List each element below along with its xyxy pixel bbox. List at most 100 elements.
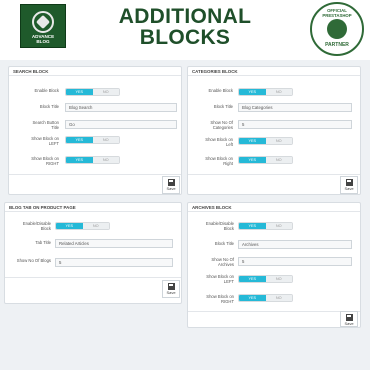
show-right-toggle[interactable]: YES NO: [238, 156, 293, 164]
toggle-no[interactable]: NO: [265, 295, 292, 301]
show-left-toggle[interactable]: YES NO: [238, 275, 293, 283]
toggle-no[interactable]: NO: [265, 138, 292, 144]
show-right-row: Show Block on RIGHT: [188, 294, 234, 304]
field-label: Show Block on Left: [205, 137, 233, 147]
show-right-toggle[interactable]: YES NO: [65, 156, 120, 164]
toggle-yes[interactable]: YES: [239, 89, 266, 95]
page-title: ADDITIONAL BLOCKS: [95, 6, 275, 48]
enable-disable-toggle[interactable]: YES NO: [238, 222, 293, 230]
toggle-no[interactable]: NO: [265, 89, 292, 95]
search-button-title-row: Search Button Title: [9, 120, 59, 130]
toggle-yes[interactable]: YES: [56, 223, 83, 229]
prestashop-partner-badge: OFFICIAL PRESTASHOP PARTNER: [310, 2, 364, 56]
toggle-no[interactable]: NO: [92, 137, 119, 143]
panel-footer-divider: [5, 277, 181, 278]
logo-text: ADVANCE BLOG: [32, 34, 54, 44]
panel-footer-divider: [188, 174, 360, 175]
show-number-input[interactable]: 5: [55, 258, 173, 267]
panel-footer-divider: [188, 311, 360, 312]
show-number-input[interactable]: 5: [238, 257, 352, 266]
panel-title: SEARCH BLOCK: [9, 67, 181, 76]
save-label: Save: [344, 186, 354, 191]
block-title-row: Block Title: [188, 241, 234, 250]
advance-blog-logo: ADVANCE BLOG: [20, 4, 66, 48]
block-title-row: Block Title: [188, 104, 233, 113]
blog-logo-icon: [32, 11, 54, 33]
toggle-yes[interactable]: YES: [239, 157, 266, 163]
save-button[interactable]: Save: [162, 176, 180, 194]
toggle-no[interactable]: NO: [265, 223, 292, 229]
show-left-row: Show Block on LEFT: [188, 274, 234, 284]
field-label: Enable Block: [34, 88, 59, 93]
show-right-toggle[interactable]: YES NO: [238, 294, 293, 302]
panel-footer-divider: [9, 174, 181, 175]
toggle-yes[interactable]: YES: [239, 276, 266, 282]
toggle-no[interactable]: NO: [82, 223, 109, 229]
block-title-row: Block Title: [9, 104, 59, 113]
tab-title-input[interactable]: Related Articles: [55, 239, 173, 248]
enable-block-toggle[interactable]: YES NO: [65, 88, 120, 96]
toggle-yes[interactable]: YES: [66, 137, 93, 143]
field-label: Enable/Disable Block: [205, 221, 234, 231]
floppy-disk-icon: [345, 314, 353, 321]
field-label: Tab Title: [35, 240, 51, 245]
toggle-no[interactable]: NO: [92, 157, 119, 163]
field-label: Show Block on Right: [205, 156, 233, 166]
save-label: Save: [166, 186, 176, 191]
enable-block-row: Enable Block: [9, 88, 59, 97]
archives-block-panel: ARCHIVES BLOCK Enable/Disable Block YES …: [187, 202, 361, 328]
show-number-row: Show No Of Archives: [188, 257, 234, 267]
field-label: Show No Of Archives: [211, 257, 234, 267]
enable-disable-row: Enable/Disable Block: [188, 221, 234, 231]
field-label: Show Block on RIGHT: [206, 294, 234, 304]
field-label: Block Title: [213, 104, 233, 109]
search-block-panel: SEARCH BLOCK Enable Block YES NO Block T…: [8, 66, 182, 195]
badge-top-text: OFFICIAL PRESTASHOP: [322, 8, 352, 18]
show-left-toggle[interactable]: YES NO: [65, 136, 120, 144]
toggle-no[interactable]: NO: [265, 157, 292, 163]
block-title-input[interactable]: Blog Search: [65, 103, 177, 112]
field-label: Show Block on LEFT: [31, 136, 59, 146]
save-button[interactable]: Save: [162, 280, 180, 298]
toggle-no[interactable]: NO: [265, 276, 292, 282]
field-label: Block Title: [214, 241, 234, 246]
toggle-yes[interactable]: YES: [239, 295, 266, 301]
panel-title: BLOG TAB ON PRODUCT PAGE: [5, 203, 181, 212]
show-left-row: Show Block on LEFT: [9, 136, 59, 146]
badge-bottom-text: PARTNER: [325, 42, 349, 48]
save-button[interactable]: Save: [340, 176, 358, 194]
save-button[interactable]: Save: [340, 311, 358, 327]
field-label: Show No Of Blogs: [16, 258, 51, 263]
field-label: Show Block on LEFT: [206, 274, 234, 284]
blog-tab-panel: BLOG TAB ON PRODUCT PAGE Enable/Disable …: [4, 202, 182, 304]
toggle-yes[interactable]: YES: [66, 157, 93, 163]
toggle-yes[interactable]: YES: [239, 223, 266, 229]
tab-title-row: Tab Title: [5, 240, 51, 249]
toggle-yes[interactable]: YES: [66, 89, 93, 95]
block-title-input[interactable]: Blog Categories: [238, 103, 352, 112]
enable-disable-toggle[interactable]: YES NO: [55, 222, 110, 230]
search-button-title-input[interactable]: Go: [65, 120, 177, 129]
enable-block-row: Enable Block: [188, 88, 233, 97]
show-number-row: Show No Of Blogs: [5, 258, 51, 267]
show-right-row: Show Block on Right: [188, 156, 233, 166]
field-label: Show Block on RIGHT: [31, 156, 59, 166]
show-left-toggle[interactable]: YES NO: [238, 137, 293, 145]
floppy-disk-icon: [167, 179, 175, 186]
logo-text-line2: BLOG: [36, 39, 50, 44]
save-label: Save: [166, 290, 176, 295]
enable-disable-row: Enable/Disable Block: [5, 221, 51, 231]
show-number-input[interactable]: 5: [238, 120, 352, 129]
block-title-input[interactable]: Archives: [238, 240, 352, 249]
field-label: Search Button Title: [32, 120, 59, 130]
enable-block-toggle[interactable]: YES NO: [238, 88, 293, 96]
show-left-row: Show Block on Left: [188, 137, 233, 147]
panel-title: CATEGORIES BLOCK: [188, 67, 360, 76]
title-line2: BLOCKS: [139, 26, 231, 49]
toggle-no[interactable]: NO: [92, 89, 119, 95]
panel-title: ARCHIVES BLOCK: [188, 203, 360, 212]
show-right-row: Show Block on RIGHT: [9, 156, 59, 166]
toggle-yes[interactable]: YES: [239, 138, 266, 144]
floppy-disk-icon: [167, 283, 175, 290]
field-label: Block Title: [39, 104, 59, 109]
